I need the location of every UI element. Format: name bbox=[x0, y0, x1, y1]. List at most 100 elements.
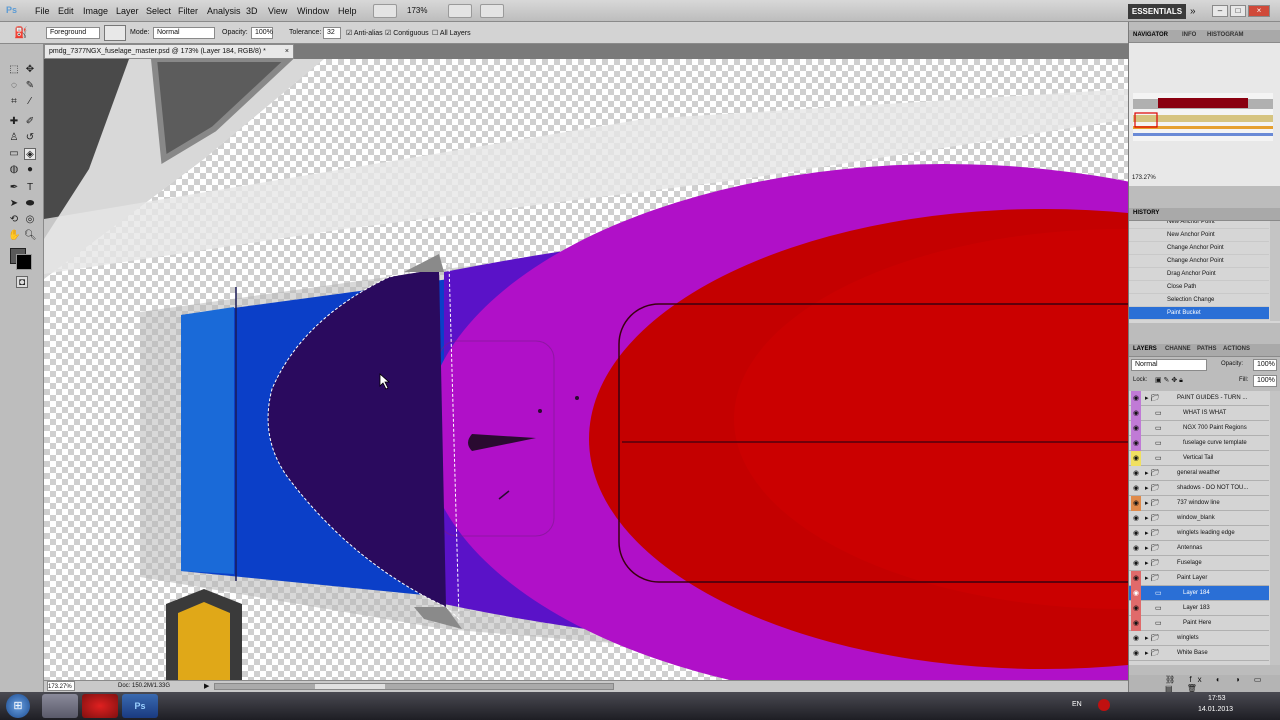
layers-footer-buttons[interactable]: ⛓ fx ◐ ◑ ▭ ▤ 🗑︎ bbox=[1129, 675, 1280, 693]
menu-help[interactable]: Help bbox=[338, 6, 357, 16]
dodge-tool-icon[interactable]: ● bbox=[24, 164, 36, 176]
visibility-eye-icon[interactable]: ◉ bbox=[1131, 646, 1141, 661]
pattern-swatch[interactable] bbox=[104, 25, 126, 41]
visibility-eye-icon[interactable]: ◉ bbox=[1131, 556, 1141, 571]
explorer-taskbar-icon[interactable] bbox=[42, 694, 78, 718]
close-document-icon[interactable]: × bbox=[285, 45, 289, 58]
layer-row[interactable]: ◉ ▭ fuselage curve template bbox=[1129, 436, 1269, 451]
arrange-documents-button[interactable] bbox=[448, 4, 472, 18]
visibility-eye-icon[interactable]: ◉ bbox=[1131, 616, 1141, 631]
type-tool-icon[interactable]: T bbox=[24, 182, 36, 194]
start-button-icon[interactable]: ⊞ bbox=[6, 694, 30, 718]
status-menu-arrow-icon[interactable]: ▶ bbox=[204, 681, 209, 692]
tab-info[interactable]: INFO bbox=[1182, 32, 1196, 38]
layer-row[interactable]: ◉ ▸ 📁︎ Paint Layer bbox=[1129, 571, 1269, 586]
menu-analysis[interactable]: Analysis bbox=[207, 6, 241, 16]
visibility-eye-icon[interactable]: ◉ bbox=[1131, 496, 1141, 511]
visibility-eye-icon[interactable]: ◉ bbox=[1131, 391, 1141, 406]
visibility-eye-icon[interactable]: ◉ bbox=[1131, 631, 1141, 646]
visibility-eye-icon[interactable]: ◉ bbox=[1131, 511, 1141, 526]
tab-channels[interactable]: CHANNE bbox=[1165, 346, 1191, 352]
close-button[interactable]: × bbox=[1248, 5, 1270, 17]
history-item[interactable]: Change Anchor Point bbox=[1129, 242, 1269, 255]
marquee-tool-icon[interactable]: ⬚ bbox=[8, 64, 20, 76]
layer-row[interactable]: ◉ ▭ Vertical Tail bbox=[1129, 451, 1269, 466]
quick-select-tool-icon[interactable]: ✎ bbox=[24, 80, 36, 92]
blend-mode-select[interactable]: Normal bbox=[153, 27, 215, 39]
tab-layers[interactable]: LAYERS bbox=[1133, 346, 1157, 352]
layer-row[interactable]: ◉ ▸ 📁︎ Antennas bbox=[1129, 541, 1269, 556]
tab-actions[interactable]: ACTIONS bbox=[1223, 346, 1250, 352]
menu-filter[interactable]: Filter bbox=[178, 6, 198, 16]
pen-tool-icon[interactable]: ✒ bbox=[8, 182, 20, 194]
contiguous-checkbox[interactable]: ☑ Contiguous bbox=[385, 29, 429, 37]
layer-row[interactable]: ◉ ▸ 📁︎ window_blank bbox=[1129, 511, 1269, 526]
menu-3d[interactable]: 3D bbox=[246, 6, 258, 16]
layer-row[interactable]: ◉ ▸ 📁︎ winglets leading edge bbox=[1129, 526, 1269, 541]
workspace-more-icon[interactable]: » bbox=[1190, 6, 1196, 17]
layer-row[interactable]: ◉ ▭ NGX 700 Paint Regions bbox=[1129, 421, 1269, 436]
navigator-zoom[interactable]: 173.27% bbox=[1132, 175, 1156, 181]
menu-select[interactable]: Select bbox=[146, 6, 171, 16]
layer-row[interactable]: ◉ ▭ WHAT IS WHAT bbox=[1129, 406, 1269, 421]
history-item-selected[interactable]: Paint Bucket bbox=[1129, 307, 1269, 320]
eraser-tool-icon[interactable]: ▭ bbox=[8, 148, 20, 160]
layer-row[interactable]: ◉ ▸ 📁︎ 737 window line bbox=[1129, 496, 1269, 511]
screen-mode-button[interactable] bbox=[373, 4, 397, 18]
layer-row[interactable]: ◉ ▸ 📁︎ Fuselage bbox=[1129, 556, 1269, 571]
navigator-thumbnail[interactable] bbox=[1133, 93, 1273, 141]
horizontal-scrollbar[interactable] bbox=[214, 683, 614, 690]
zoom-field[interactable]: 173.27% bbox=[47, 681, 75, 691]
foreground-color-swatch[interactable] bbox=[16, 254, 32, 270]
document-canvas[interactable] bbox=[44, 59, 1128, 680]
healing-brush-tool-icon[interactable]: ✚ bbox=[8, 116, 20, 128]
blur-tool-icon[interactable]: ◍ bbox=[8, 164, 20, 176]
shape-tool-icon[interactable]: ⬬ bbox=[24, 198, 36, 210]
menu-edit[interactable]: Edit bbox=[58, 6, 74, 16]
tab-history[interactable]: HISTORY bbox=[1133, 210, 1159, 216]
visibility-eye-icon[interactable]: ◉ bbox=[1131, 586, 1141, 601]
crop-tool-icon[interactable]: ⌗ bbox=[8, 96, 20, 108]
language-indicator[interactable]: EN bbox=[1072, 701, 1082, 708]
anti-alias-checkbox[interactable]: ☑ Anti-alias bbox=[346, 29, 383, 37]
layers-scrollbar[interactable] bbox=[1270, 391, 1280, 665]
opera-taskbar-icon[interactable] bbox=[82, 694, 118, 718]
layer-row[interactable]: ◉ ▸ 📁︎ White Base bbox=[1129, 646, 1269, 661]
minimize-button[interactable]: – bbox=[1212, 5, 1228, 17]
history-item[interactable]: New Anchor Point bbox=[1129, 229, 1269, 242]
layer-row[interactable]: ◉ ▸ 📁︎ general weather bbox=[1129, 466, 1269, 481]
path-select-tool-icon[interactable]: ➤ bbox=[8, 198, 20, 210]
photoshop-taskbar-icon[interactable]: Ps bbox=[122, 694, 158, 718]
lasso-tool-icon[interactable]: ◌ bbox=[8, 80, 20, 92]
layer-row-selected[interactable]: ◉ ▭ Layer 184 bbox=[1129, 586, 1269, 601]
history-item[interactable]: Change Anchor Point bbox=[1129, 255, 1269, 268]
history-scrollbar[interactable] bbox=[1270, 221, 1280, 321]
opacity-input[interactable]: 100% bbox=[251, 27, 273, 39]
history-item[interactable]: Drag Anchor Point bbox=[1129, 268, 1269, 281]
layer-opacity-input[interactable]: 100% bbox=[1253, 359, 1277, 371]
zoom-level-dropdown[interactable]: 173% bbox=[407, 6, 427, 15]
tab-navigator[interactable]: NAVIGATOR bbox=[1133, 32, 1168, 38]
layer-blend-mode-select[interactable]: Normal bbox=[1131, 359, 1207, 371]
menu-window[interactable]: Window bbox=[297, 6, 329, 16]
menu-file[interactable]: File bbox=[35, 6, 50, 16]
hand-tool-icon[interactable]: ✋ bbox=[8, 230, 20, 242]
clock-time[interactable]: 17:53 bbox=[1208, 695, 1226, 702]
workspace-essentials-button[interactable]: ESSENTIALS bbox=[1128, 4, 1186, 19]
zoom-tool-icon[interactable]: 🔍︎ bbox=[24, 230, 37, 242]
layer-row[interactable]: ◉ ▸ 📁︎ winglets bbox=[1129, 631, 1269, 646]
all-layers-checkbox[interactable]: ☐ All Layers bbox=[432, 29, 471, 37]
scroll-thumb[interactable] bbox=[315, 684, 385, 689]
history-item[interactable]: Close Path bbox=[1129, 281, 1269, 294]
layer-row[interactable]: ◉ ▸ 📁︎ shadows - DO NOT TOU... bbox=[1129, 481, 1269, 496]
brush-tool-icon[interactable]: ✐ bbox=[24, 116, 36, 128]
document-tab[interactable]: pmdg_7377NGX_fuselage_master.psd @ 173% … bbox=[44, 44, 294, 59]
visibility-eye-icon[interactable]: ◉ bbox=[1131, 421, 1141, 436]
lock-icons[interactable]: ▣ ✎ ✥ 🔒︎ bbox=[1155, 376, 1183, 385]
menu-view[interactable]: View bbox=[268, 6, 287, 16]
extras-button[interactable] bbox=[480, 4, 504, 18]
history-brush-tool-icon[interactable]: ↺ bbox=[24, 132, 36, 144]
quick-mask-icon[interactable]: ◘ bbox=[16, 276, 28, 288]
clone-stamp-tool-icon[interactable]: ♙ bbox=[8, 132, 20, 144]
menu-image[interactable]: Image bbox=[83, 6, 108, 16]
